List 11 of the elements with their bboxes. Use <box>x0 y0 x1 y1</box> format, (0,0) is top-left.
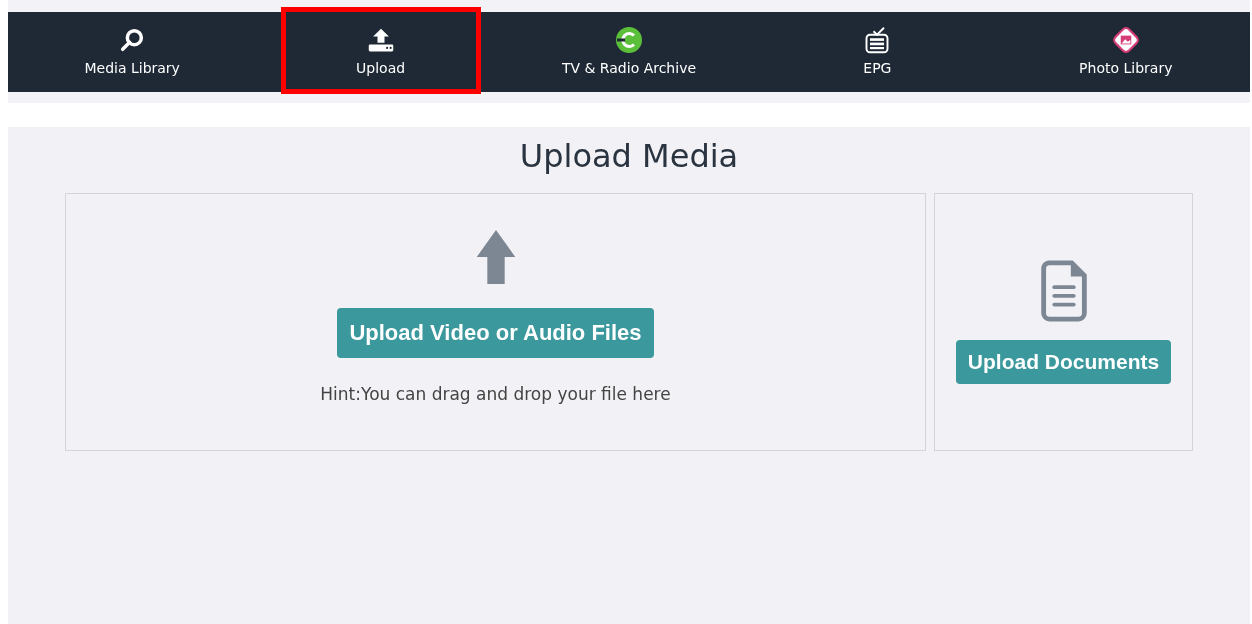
hint-text: Hint:You can drag and drop your file here <box>320 384 671 404</box>
nav-tab[interactable]: Photo Library <box>1025 7 1226 94</box>
page-title: Upload Media <box>519 137 739 175</box>
nav-tab[interactable]: EPG <box>777 7 978 94</box>
nav-tab[interactable]: Upload <box>280 7 481 94</box>
nav-tab[interactable]: TV & Radio Archive <box>528 7 729 94</box>
up-arrow-icon <box>475 230 516 284</box>
c-logo-icon <box>614 25 643 54</box>
nav-tab[interactable]: Media Library <box>32 7 233 94</box>
document-icon <box>1039 260 1088 322</box>
drop-zone[interactable]: Upload Video or Audio Files Hint:You can drag and drop your file here <box>65 193 926 451</box>
